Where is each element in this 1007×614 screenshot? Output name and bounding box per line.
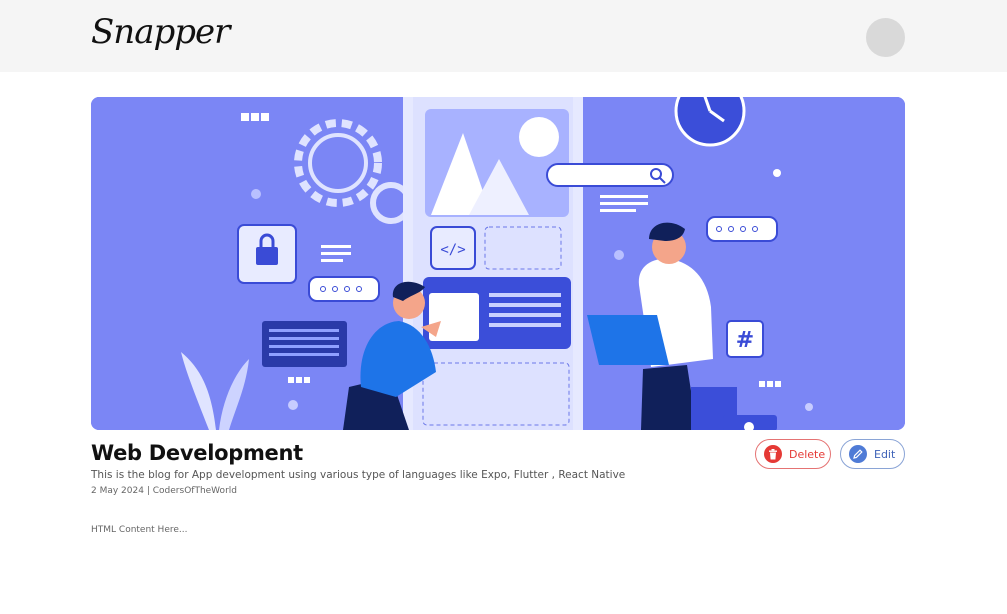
post-title: Web Development (91, 441, 303, 465)
top-nav-bar: Snapper (0, 0, 1007, 72)
post-cover-image: </> # (91, 97, 905, 430)
edit-label: Edit (874, 447, 896, 461)
app-logo[interactable]: Snapper (91, 12, 230, 52)
meta-separator: | (146, 486, 150, 496)
svg-text:</>: </> (440, 242, 465, 258)
delete-label: Delete (789, 447, 826, 461)
edit-button[interactable]: Edit (840, 439, 905, 469)
post-content: HTML Content Here... (91, 525, 188, 535)
post-date: 2 May 2024 (91, 486, 144, 496)
delete-button[interactable]: Delete (755, 439, 831, 469)
web-development-illustration: </> # (91, 97, 905, 430)
trash-icon (764, 445, 782, 463)
pencil-icon (849, 445, 867, 463)
post-author[interactable]: CodersOfTheWorld (153, 486, 237, 496)
svg-text:#: # (736, 328, 754, 353)
post-description: This is the blog for App development usi… (91, 469, 626, 481)
post-meta: 2 May 2024 | CodersOfTheWorld (91, 486, 237, 496)
user-avatar[interactable] (866, 18, 905, 57)
